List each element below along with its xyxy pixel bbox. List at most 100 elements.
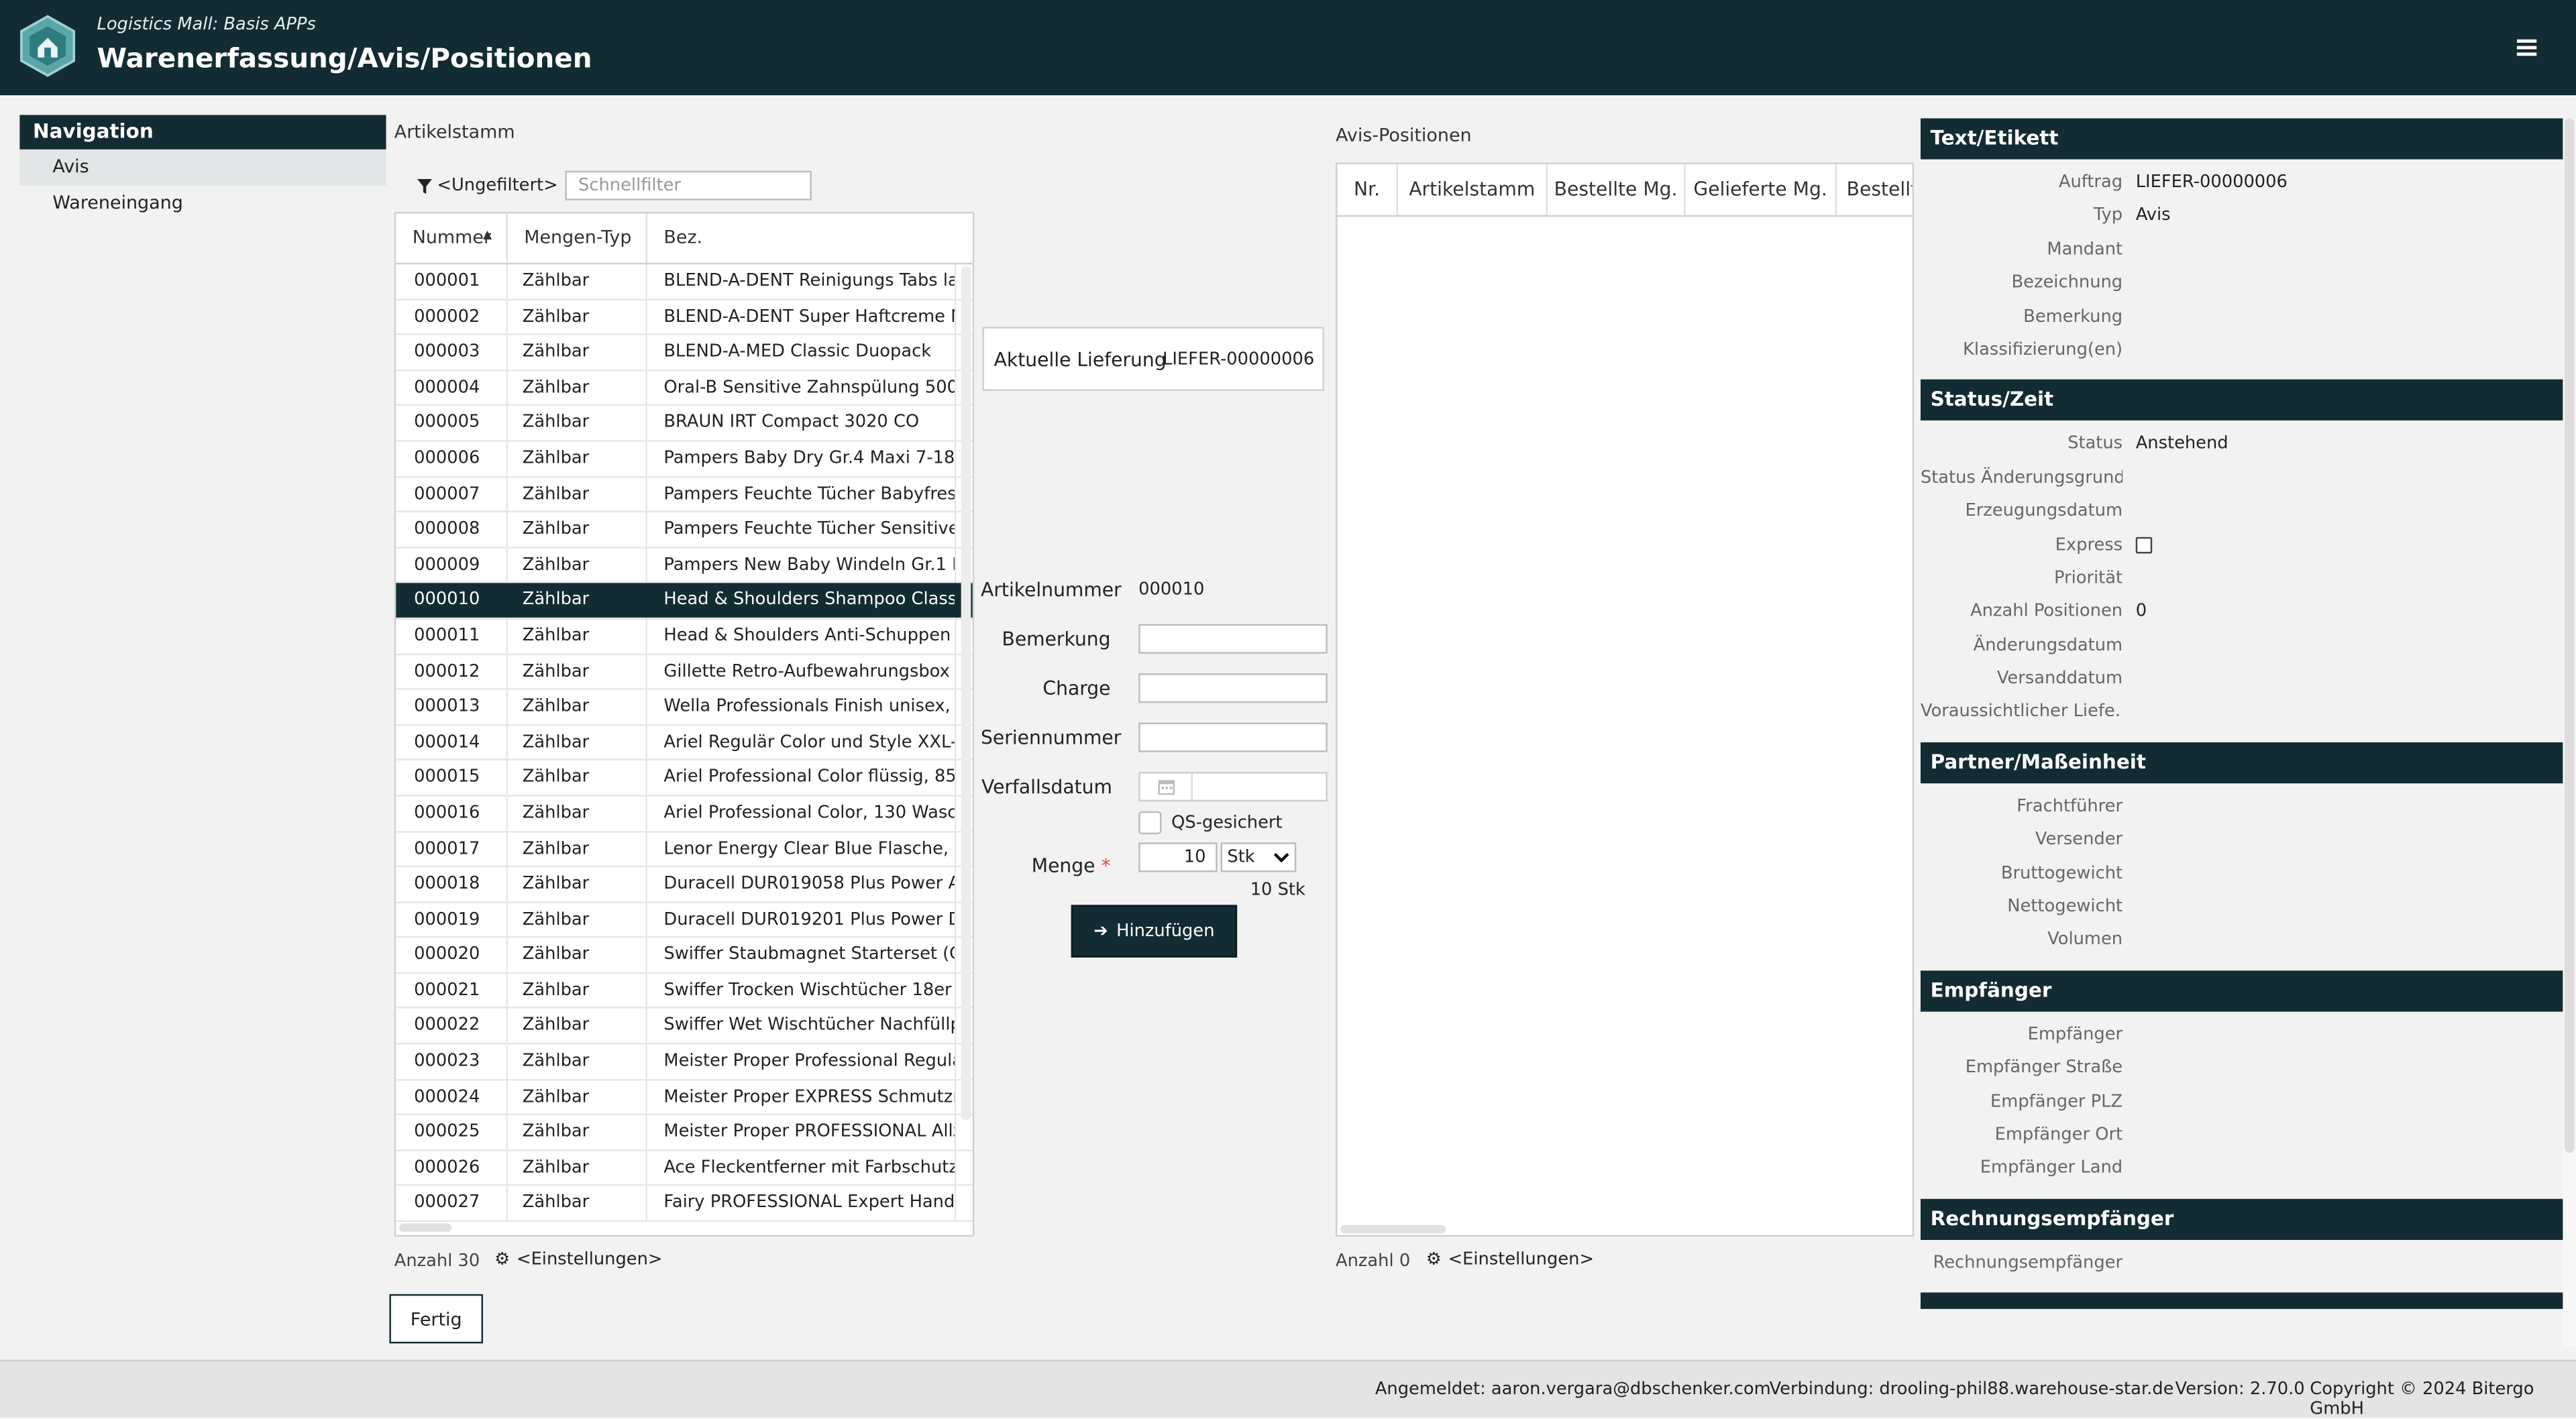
table-row[interactable]: 000027 Zählbar Fairy PROFESSIONAL Expert H…	[396, 1186, 973, 1223]
table-row[interactable]: 000025 Zählbar Meister Proper PROFESSIONAL…	[396, 1115, 973, 1151]
table-row[interactable]: 000007 Zählbar Pampers Feuchte Tücher Baby…	[396, 477, 973, 513]
column-header-nr[interactable]: Nr.	[1337, 164, 1399, 215]
table-row[interactable]: 000026 Zählbar Ace Fleckentferner mit Farb…	[396, 1151, 973, 1187]
mengen-typ-cell: Zählbar	[508, 725, 647, 760]
details-value	[2123, 1246, 2136, 1280]
artikel-nummer-cell: 000018	[396, 867, 508, 901]
column-header-gelieferte-mg[interactable]: Gelieferte Mg.	[1686, 164, 1837, 215]
unit-select[interactable]: Stk	[1220, 842, 1297, 872]
details-key: Versanddatum	[1996, 668, 2123, 689]
table-row[interactable]: 000019 Zählbar Duracell DUR019201 Plus Pow…	[396, 903, 973, 939]
arrow-right-icon: ➔	[1093, 921, 1108, 942]
count-label: Anzahl	[394, 1251, 453, 1271]
artikel-nummer-cell: 000007	[396, 477, 508, 512]
details-key: Erzeugungsdatum	[1965, 501, 2123, 521]
nav-item-wareneingang[interactable]: Wareneingang	[19, 186, 386, 222]
mengen-typ-cell: Zählbar	[508, 512, 647, 547]
table-row[interactable]: 000013 Zählbar Wella Professionals Finish …	[396, 689, 973, 726]
app-logo-icon[interactable]	[19, 15, 76, 77]
mengen-typ-cell: Zählbar	[508, 1080, 647, 1115]
bezeichnung-cell: Meister Proper PROFESSIONAL Allzwe	[647, 1115, 957, 1149]
table-row[interactable]: 000018 Zählbar Duracell DUR019058 Plus Pow…	[396, 867, 973, 903]
scrollbar-thumb[interactable]	[2564, 118, 2575, 1153]
bezeichnung-cell: Swiffer Staubmagnet Starterset (Griff	[647, 938, 957, 972]
mengen-typ-cell: Zählbar	[508, 1115, 647, 1149]
hamburger-menu-icon[interactable]	[2516, 39, 2537, 56]
table-row[interactable]: 000017 Zählbar Lenor Energy Clear Blue Fla…	[396, 832, 973, 868]
filter-button[interactable]: <Ungefiltert>	[417, 176, 558, 195]
table-row[interactable]: 000004 Zählbar Oral-B Sensitive Zahnspülun…	[396, 370, 973, 406]
horizontal-scrollbar[interactable]	[1340, 1225, 1446, 1234]
column-header-artikelstamm[interactable]: Artikelstamm	[1398, 164, 1548, 215]
column-header-bez[interactable]: Bez.	[647, 213, 969, 262]
charge-input[interactable]	[1138, 673, 1328, 703]
table-row[interactable]: 000016 Zählbar Ariel Professional Color, 1…	[396, 796, 973, 832]
required-mark: *	[1101, 854, 1111, 877]
mengen-typ-cell: Zählbar	[508, 619, 647, 653]
artikel-count: Anzahl 30	[394, 1251, 480, 1271]
artikel-nummer-cell: 000025	[396, 1115, 508, 1149]
seriennummer-input[interactable]	[1138, 722, 1328, 752]
column-header-nummer[interactable]: Nummer ▲	[396, 213, 508, 263]
table-row[interactable]: 000011 Zählbar Head & Shoulders Anti-Schup…	[396, 619, 973, 655]
bezeichnung-cell: Meister Proper EXPRESS Schmutzradie	[647, 1080, 957, 1115]
verfallsdatum-input[interactable]	[1138, 772, 1328, 802]
table-row[interactable]: 000001 Zählbar BLEND-A-DENT Reinigungs Tab…	[396, 264, 973, 300]
quickfilter-input[interactable]	[565, 170, 812, 201]
details-group-text-etikett: Text/Etikett Auftrag LIEFER-00000006 Typ Avi…	[1920, 118, 2563, 367]
details-key: Auftrag	[2058, 172, 2123, 192]
artikel-nummer-cell: 000014	[396, 725, 508, 760]
table-row[interactable]: 000014 Zählbar Ariel Regulär Color und Sty…	[396, 725, 973, 761]
bemerkung-input[interactable]	[1138, 624, 1328, 654]
fertig-button[interactable]: Fertig	[389, 1294, 484, 1344]
details-row: Mandant	[1921, 233, 2563, 266]
column-header-bestellt[interactable]: Bestellt	[1837, 164, 1913, 215]
mengen-typ-cell: Zählbar	[508, 264, 647, 298]
details-key: Express	[2055, 534, 2123, 555]
artikel-nummer-cell: 000001	[396, 264, 508, 298]
table-row[interactable]: 000020 Zählbar Swiffer Staubmagnet Starter…	[396, 938, 973, 974]
bezeichnung-cell: Meister Proper Professional Regulär, S	[647, 1044, 957, 1079]
artikel-nummer-cell: 000017	[396, 832, 508, 866]
table-row[interactable]: 000015 Zählbar Ariel Professional Color fl…	[396, 760, 973, 797]
mengen-typ-cell: Zählbar	[508, 760, 647, 795]
bezeichnung-cell: Pampers Baby Dry Gr.4 Maxi 7-18kg M	[647, 441, 957, 476]
artikel-settings-button[interactable]: ⚙ <Einstellungen>	[494, 1250, 662, 1269]
table-row[interactable]: 000023 Zählbar Meister Proper Professional…	[396, 1044, 973, 1080]
mengen-typ-cell: Zählbar	[508, 655, 647, 689]
details-row: Voraussichtlicher Liefe…	[1921, 695, 2563, 729]
table-row[interactable]: 000021 Zählbar Swiffer Trocken Wischtücher…	[396, 973, 973, 1009]
calendar-button[interactable]	[1140, 773, 1193, 800]
artikelstamm-table: Nummer ▲ Mengen-Typ Bez. 000001 Zählbar BL…	[394, 211, 975, 1237]
details-key: Empfänger	[2027, 1024, 2123, 1045]
mengen-typ-cell: Zählbar	[508, 1044, 647, 1079]
horizontal-scrollbar[interactable]	[399, 1223, 452, 1232]
avis-settings-button[interactable]: ⚙ <Einstellungen>	[1426, 1250, 1594, 1269]
column-header-bestellte-mg[interactable]: Bestellte Mg.	[1548, 164, 1686, 215]
table-row[interactable]: 000008 Zählbar Pampers Feuchte Tücher Sens…	[396, 512, 973, 549]
column-header-mengen-typ[interactable]: Mengen-Typ	[508, 213, 647, 263]
count-value: 0	[1399, 1251, 1411, 1271]
artikel-nummer-cell: 000020	[396, 938, 508, 972]
table-row[interactable]: 000010 Zählbar Head & Shoulders Shampoo Cl…	[396, 583, 973, 620]
table-row[interactable]: 000022 Zählbar Swiffer Wet Wischtücher Nac…	[396, 1009, 973, 1045]
menge-input[interactable]: 10	[1138, 842, 1218, 872]
vertical-scrollbar[interactable]	[961, 266, 971, 1121]
mengen-typ-cell: Zählbar	[508, 1151, 647, 1185]
express-checkbox[interactable]	[2135, 536, 2153, 553]
table-row[interactable]: 000012 Zählbar Gillette Retro-Aufbewahrung…	[396, 655, 973, 690]
qs-checkbox[interactable]	[1138, 811, 1162, 835]
table-row[interactable]: 000006 Zählbar Pampers Baby Dry Gr.4 Maxi …	[396, 441, 973, 477]
details-value	[2123, 662, 2136, 695]
details-scrollbar[interactable]	[2563, 118, 2576, 1347]
add-button[interactable]: ➔ Hinzufügen	[1071, 905, 1238, 958]
mengen-typ-cell: Zählbar	[508, 441, 647, 476]
table-row[interactable]: 000005 Zählbar BRAUN IRT Compact 3020 CO	[396, 406, 973, 442]
table-row[interactable]: 000009 Zählbar Pampers New Baby Windeln Gr…	[396, 548, 973, 584]
table-row[interactable]: 000003 Zählbar BLEND-A-MED Classic Duopack	[396, 335, 973, 371]
details-row: Express	[1921, 528, 2563, 561]
nav-item-avis[interactable]: Avis	[19, 149, 386, 186]
table-row[interactable]: 000024 Zählbar Meister Proper EXPRESS Schm…	[396, 1080, 973, 1116]
table-row[interactable]: 000002 Zählbar BLEND-A-DENT Super Haftcrem…	[396, 300, 973, 336]
details-key: Typ	[2093, 206, 2123, 226]
